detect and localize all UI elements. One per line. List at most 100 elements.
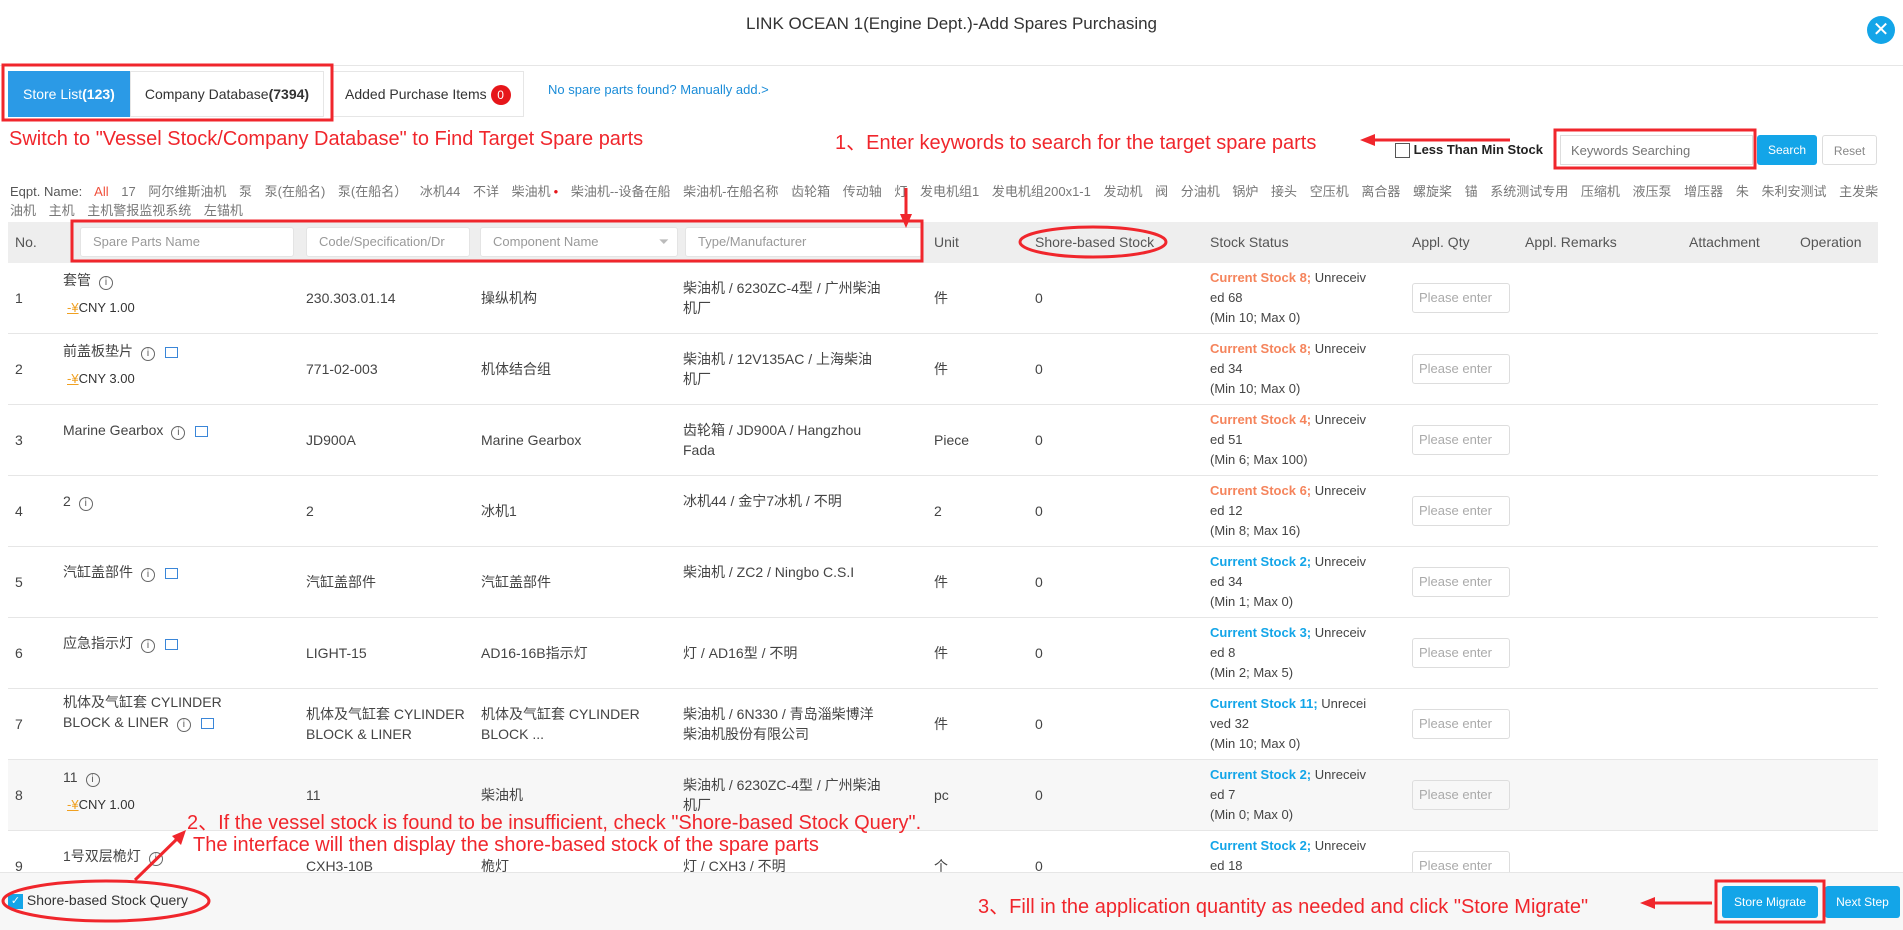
appl-qty-input[interactable]: Please enter	[1412, 496, 1510, 526]
eqpt-filter-item[interactable]: 泵(在船名）	[338, 184, 407, 199]
eqpt-filter-item[interactable]: 阿尔维斯油机	[148, 184, 226, 199]
price-value: CNY 1.00	[78, 300, 135, 315]
table-row: 4 2 i 2 冰机1 冰机44 / 金宁7冰机 / 不明 2 0 Current Stock …	[8, 476, 1878, 547]
filter-type-manufacturer[interactable]: Type/Manufacturer	[685, 227, 922, 257]
image-icon[interactable]	[195, 425, 209, 437]
eqpt-filter-item[interactable]: 螺旋桨	[1413, 184, 1452, 199]
appl-qty-input[interactable]: Please enter	[1412, 709, 1510, 739]
price-value: CNY 3.00	[78, 371, 135, 386]
filter-code[interactable]: Code/Specification/Dr	[306, 227, 470, 257]
filter-component-name[interactable]: Component Name ⏷	[480, 227, 678, 257]
info-icon[interactable]: i	[148, 852, 163, 866]
current-stock: Current Stock 2;	[1210, 767, 1312, 782]
unit-cell: 件	[934, 361, 948, 377]
tab-store-list[interactable]: Store List(123)	[8, 71, 130, 117]
component-cell: 机体及气缸套 CYLINDER BLOCK ...	[481, 706, 640, 742]
stock-status-cell: Current Stock 8; Unreceived 34 (Min 10; M…	[1210, 339, 1370, 399]
eqpt-filter-item[interactable]: 离合器	[1361, 184, 1400, 199]
annotation-step2a: 2、If the vessel stock is found to be ins…	[187, 812, 922, 834]
eqpt-filter-item[interactable]: 左锚机	[204, 203, 243, 218]
eqpt-filter-item[interactable]: 分油机	[1181, 184, 1220, 199]
eqpt-filter-item[interactable]: 齿轮箱	[791, 184, 830, 199]
next-step-button[interactable]: Next Step	[1825, 886, 1900, 918]
appl-qty-input[interactable]: Please enter	[1412, 638, 1510, 668]
image-icon[interactable]	[200, 717, 214, 729]
less-than-min-stock-checkbox[interactable]: Less Than Min Stock	[1395, 142, 1543, 159]
eqpt-filter-item[interactable]: 泵(在船名)	[265, 184, 326, 199]
eqpt-filter-item[interactable]: 系统测试专用	[1490, 184, 1568, 199]
appl-qty-input[interactable]: Please enter	[1412, 780, 1510, 810]
info-icon[interactable]: i	[141, 568, 155, 582]
eqpt-filter-item[interactable]: 发动机	[1103, 184, 1142, 199]
info-icon[interactable]: i	[85, 773, 100, 787]
appl-qty-input[interactable]: Please enter	[1412, 567, 1510, 597]
eqpt-filter-item[interactable]: 朱利安测试	[1761, 184, 1826, 199]
eqpt-filter-item[interactable]: 柴油机-在船名称	[683, 184, 778, 199]
image-icon[interactable]	[165, 567, 178, 579]
info-icon[interactable]: i	[78, 497, 93, 511]
info-icon[interactable]: i	[141, 347, 155, 361]
table-row: 2 前盖板垫片 i -¥CNY 3.00 771-02-003 机体结合组 柴油机 / 12…	[8, 334, 1878, 405]
eqpt-filter-item[interactable]: 传动轴	[843, 184, 882, 199]
eqpt-filter-item[interactable]: 接头	[1271, 184, 1297, 199]
eqpt-filter-item[interactable]: 增压器	[1684, 184, 1723, 199]
appl-qty-input[interactable]: Please enter	[1412, 425, 1510, 455]
eqpt-filter-item[interactable]: 压缩机	[1581, 184, 1620, 199]
appl-qty-input[interactable]: Please enter	[1412, 354, 1510, 384]
eqpt-filter-item[interactable]: 17	[121, 184, 135, 199]
image-icon[interactable]	[165, 638, 178, 650]
component-cell: 冰机1	[481, 503, 517, 519]
eqpt-filter-item[interactable]: 灯	[894, 184, 907, 199]
shore-stock-cell: 0	[1035, 503, 1043, 519]
shore-stock-cell: 0	[1035, 290, 1043, 306]
eqpt-filter-item[interactable]: 泵	[239, 184, 252, 199]
eqpt-filter-item[interactable]: 发电机组1	[920, 184, 979, 199]
checkbox-icon	[1395, 143, 1410, 159]
type-manufacturer-cell: 柴油机 / 12V135AC / 上海柴油机厂	[683, 351, 873, 387]
stock-status-cell: Current Stock 8; Unreceived 68 (Min 10; M…	[1210, 268, 1370, 328]
info-icon[interactable]: i	[176, 718, 191, 732]
eqpt-filter-item[interactable]: 柴油机--设备在船	[571, 184, 671, 199]
spare-part-name-cell: 汽缸盖部件 i	[63, 562, 253, 582]
eqpt-filter-item[interactable]: 冰机44	[420, 184, 460, 199]
code-cell: 771-02-003	[306, 361, 378, 377]
keyword-search-input[interactable]	[1560, 135, 1753, 165]
filter-spare-parts-name[interactable]: Spare Parts Name	[80, 227, 294, 257]
tab-company-database[interactable]: Company Database(7394)	[129, 71, 325, 117]
eqpt-filter-item[interactable]: 液压泵	[1633, 184, 1672, 199]
info-icon[interactable]: i	[99, 276, 113, 290]
eqpt-filter-item[interactable]: 朱	[1736, 184, 1749, 199]
manual-add-link[interactable]: No spare parts found? Manually add.>	[548, 82, 769, 97]
eqpt-filter-item[interactable]: 发电机组200x1-1	[992, 184, 1091, 199]
col-no: No.	[15, 234, 37, 250]
eqpt-filter-item[interactable]: 锚	[1465, 184, 1478, 199]
spare-part-name: 1号双层桅灯	[63, 848, 141, 864]
info-icon[interactable]: i	[171, 426, 186, 440]
eqpt-filter-item[interactable]: 主机警报监视系统	[87, 203, 191, 218]
added-purchase-items-tab[interactable]: Added Purchase Items 0	[332, 71, 524, 117]
stock-status-cell: Current Stock 11; Unreceived 32 (Min 10; …	[1210, 694, 1370, 754]
reset-button[interactable]: Reset	[1822, 135, 1877, 165]
search-button[interactable]: Search	[1757, 135, 1817, 165]
shore-stock-cell: 0	[1035, 432, 1043, 448]
spare-part-name: 套管	[63, 272, 91, 288]
stock-status-cell: Current Stock 3; Unreceived 8 (Min 2; Max…	[1210, 623, 1370, 683]
appl-qty-input[interactable]: Please enter	[1412, 283, 1510, 313]
current-stock: Current Stock 11;	[1210, 696, 1318, 711]
image-icon[interactable]	[165, 346, 178, 358]
filter-placeholder: Component Name	[493, 234, 599, 249]
shore-stock-query-checkbox[interactable]: ✓ Shore-based Stock Query	[8, 892, 188, 909]
close-icon[interactable]: ✕	[1867, 16, 1895, 44]
info-icon[interactable]: i	[141, 639, 155, 653]
store-migrate-button[interactable]: Store Migrate	[1722, 886, 1818, 918]
eqpt-filter-item[interactable]: 锅炉	[1232, 184, 1258, 199]
eqpt-filter-item[interactable]: 不详	[473, 184, 499, 199]
code-cell: 11	[306, 787, 321, 803]
eqpt-filter-item[interactable]: All	[94, 184, 108, 199]
eqpt-filter-item[interactable]: 柴油机	[512, 184, 551, 199]
unit-cell: 件	[934, 290, 948, 306]
current-stock: Current Stock 8;	[1210, 270, 1312, 285]
eqpt-filter-item[interactable]: 空压机	[1310, 184, 1349, 199]
eqpt-filter-item[interactable]: 阀	[1155, 184, 1168, 199]
eqpt-filter-item[interactable]: 主机	[49, 203, 75, 218]
